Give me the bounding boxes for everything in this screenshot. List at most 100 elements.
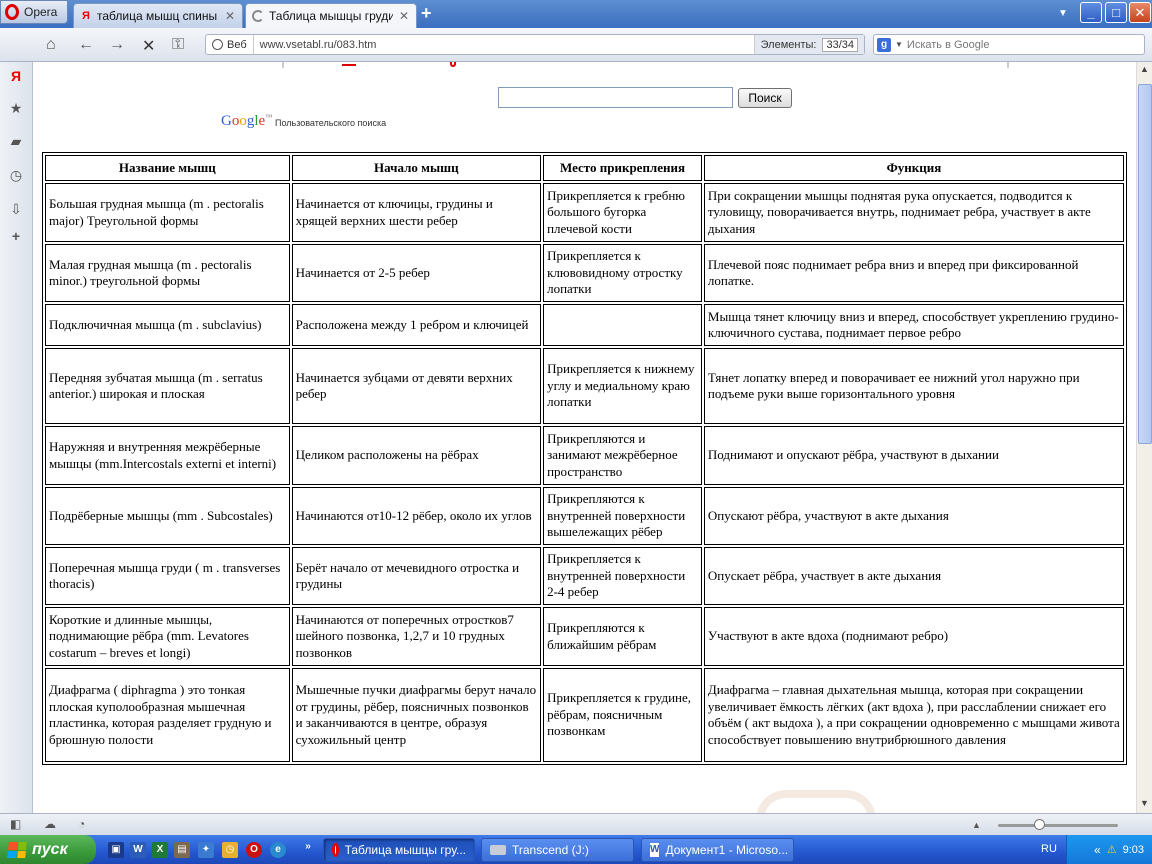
column-header-function: Функция: [703, 155, 1124, 181]
taskbar-item-opera[interactable]: Таблица мышцы гру...: [323, 838, 475, 862]
quicklaunch-app-icon[interactable]: ▤: [174, 842, 190, 858]
add-panel-icon[interactable]: +: [8, 228, 24, 244]
cell-origin: Начинаются от10-12 рёбер, около их углов: [291, 487, 542, 545]
tab-muscles-back[interactable]: Я таблица мышц спины г... ✕: [73, 3, 243, 28]
speed-dial-icon[interactable]: ◔: [78, 817, 85, 831]
tab-bar: Opera Я таблица мышц спины г... ✕ Таблиц…: [0, 0, 1152, 28]
cell-name: Поперечная мышца груди ( m . transverses…: [45, 547, 290, 605]
zoom-slider-knob[interactable]: [1034, 819, 1045, 830]
forward-icon[interactable]: →: [109, 36, 125, 54]
maximize-button[interactable]: □: [1105, 2, 1127, 23]
drive-icon: [490, 845, 506, 855]
site-search-button[interactable]: Поиск: [738, 88, 792, 108]
cell-insertion: Прикрепляются к внутренней поверхности в…: [543, 487, 702, 545]
minimize-button[interactable]: _: [1080, 2, 1102, 23]
column-header-origin: Начало мышц: [291, 155, 542, 181]
scrollbar-thumb[interactable]: [1138, 84, 1152, 444]
cell-name: Малая грудная мышца (m . pectoralis mino…: [45, 244, 290, 302]
start-button[interactable]: пуск: [0, 835, 96, 864]
tab-close-icon[interactable]: ✕: [224, 9, 236, 23]
new-tab-button[interactable]: +: [421, 4, 432, 22]
cell-insertion: Прикрепляется к клювовидному отростку ло…: [543, 244, 702, 302]
cell-function: Участвуют в акте вдоха (поднимают ребро): [703, 607, 1124, 666]
system-tray: « ⚠ 9:03: [1066, 835, 1152, 864]
vertical-scrollbar[interactable]: ▲ ▼: [1136, 62, 1152, 813]
zoom-menu-icon[interactable]: ▲: [972, 820, 981, 830]
google-search-field[interactable]: g ▼ Искать в Google: [873, 34, 1145, 55]
tray-clock[interactable]: 9:03: [1123, 844, 1144, 856]
cell-name: Подрёберные мышцы (mm . Subcostales): [45, 487, 290, 545]
web-badge[interactable]: Веб: [206, 35, 254, 54]
tab-close-icon[interactable]: ✕: [398, 9, 410, 23]
start-label: пуск: [32, 840, 68, 858]
panel-toggle-icon[interactable]: ◧: [10, 817, 21, 831]
table-row: Малая грудная мышца (m . pectoralis mino…: [45, 244, 1124, 302]
quicklaunch-excel-icon[interactable]: X: [152, 842, 168, 858]
quicklaunch-save-icon[interactable]: ▣: [108, 842, 124, 858]
cell-origin: Берёт начало от мечевидного отростка и г…: [291, 547, 542, 605]
engine-dropdown-chevron-icon[interactable]: ▼: [895, 40, 903, 49]
cell-insertion: [543, 304, 702, 346]
quicklaunch-word-icon[interactable]: W: [130, 842, 146, 858]
tab-list-chevron-icon[interactable]: ▼: [1058, 8, 1068, 19]
history-clock-icon[interactable]: ◷: [8, 167, 24, 183]
cell-function: Поднимают и опускают рёбра, участвуют в …: [703, 426, 1124, 485]
yandex-icon[interactable]: Я: [8, 68, 24, 84]
turbo-cloud-icon[interactable]: ☁: [44, 817, 56, 831]
quicklaunch-clock-icon[interactable]: ◷: [222, 842, 238, 858]
cell-insertion: Прикрепляются к ближайшим рёбрам: [543, 607, 702, 666]
stop-icon[interactable]: ✕: [142, 36, 155, 56]
network-warning-icon[interactable]: ⚠: [1107, 843, 1117, 856]
quicklaunch-tool-icon[interactable]: ✦: [198, 842, 214, 858]
table-row: Подрёберные мышцы (mm . Subcostales) Нач…: [45, 487, 1124, 545]
back-icon[interactable]: ←: [78, 36, 94, 54]
cell-function: Диафрагма – главная дыхательная мышца, к…: [703, 668, 1124, 762]
cell-name: Диафрагма ( diphragma ) это тонкая плоск…: [45, 668, 290, 762]
web-label: Веб: [227, 38, 247, 51]
header-decoration: [282, 62, 1009, 68]
taskbar-item-word[interactable]: W Документ1 - Microso...: [641, 838, 794, 862]
url-text[interactable]: www.vsetabl.ru/083.htm: [254, 39, 754, 51]
opera-menu-label: Opera: [24, 5, 58, 19]
close-window-button[interactable]: ✕: [1129, 2, 1151, 23]
column-header-insertion: Место прикрепления: [543, 155, 702, 181]
taskbar-item-transcend[interactable]: Transcend (J:): [481, 838, 634, 862]
cell-function: Плечевой пояс поднимает ребра вниз и впе…: [703, 244, 1124, 302]
zoom-slider-track[interactable]: [998, 824, 1118, 827]
cell-function: Опускает рёбра, участвует в акте дыхания: [703, 547, 1124, 605]
header-decoration-red-left: [342, 62, 356, 66]
google-engine-icon[interactable]: g: [877, 37, 891, 52]
tab-title: таблица мышц спины г...: [97, 9, 219, 23]
bookmarks-star-icon[interactable]: ★: [8, 100, 24, 116]
opera-menu-button[interactable]: Opera: [0, 0, 68, 24]
notes-icon[interactable]: ▰: [8, 133, 24, 149]
cell-name: Передняя зубчатая мышца (m . serratus an…: [45, 348, 290, 424]
tab-muscles-chest[interactable]: Таблица мышцы груди ... ✕: [245, 3, 417, 28]
task-label: Transcend (J:): [512, 843, 589, 857]
opera-sidebar: Я ★ ▰ ◷ ⇩ +: [0, 62, 33, 813]
tray-expand-icon[interactable]: «: [1094, 843, 1101, 857]
site-search-input[interactable]: [498, 87, 733, 108]
home-icon[interactable]: ⌂: [46, 36, 56, 54]
quicklaunch-browser-icon[interactable]: e: [270, 842, 286, 858]
elements-label: Элементы:: [760, 38, 817, 51]
cell-name: Большая грудная мышца (m . pectoralis ma…: [45, 183, 290, 242]
cell-origin: Начинается зубцами от девяти верхних реб…: [291, 348, 542, 424]
cell-insertion: Прикрепляются и занимают межрёберное про…: [543, 426, 702, 485]
scroll-up-arrow-icon[interactable]: ▲: [1140, 64, 1149, 74]
scroll-down-arrow-icon[interactable]: ▼: [1140, 798, 1149, 808]
address-field[interactable]: Веб www.vsetabl.ru/083.htm Элементы: 33/…: [205, 34, 865, 55]
quicklaunch-opera-icon[interactable]: O: [246, 842, 262, 858]
word-task-icon: W: [650, 843, 660, 857]
language-indicator[interactable]: RU: [1041, 843, 1057, 855]
quicklaunch-more-icon[interactable]: »: [300, 839, 316, 855]
search-placeholder: Искать в Google: [906, 38, 990, 51]
key-icon[interactable]: ⚿: [172, 36, 184, 54]
status-bar: ◧ ☁ ◔ ▲: [0, 813, 1152, 835]
downloads-icon[interactable]: ⇩: [8, 201, 24, 217]
table-row: Короткие и длинные мышцы, поднимающие рё…: [45, 607, 1124, 666]
cell-origin: Мышечные пучки диафрагмы берут начало от…: [291, 668, 542, 762]
cell-origin: Начинается от 2-5 ребер: [291, 244, 542, 302]
table-row: Большая грудная мышца (m . pectoralis ma…: [45, 183, 1124, 242]
opera-logo-icon: [5, 4, 19, 20]
